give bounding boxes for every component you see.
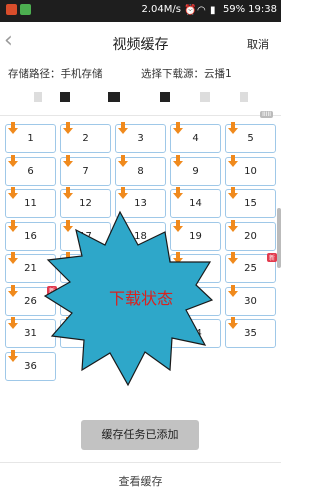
view-cache-button[interactable]: 查看缓存 [0, 473, 281, 489]
bottom-bar: 查看缓存 [0, 462, 281, 501]
task-added-button[interactable]: 缓存任务已添加 [81, 420, 199, 450]
download-status-label: 下载状态 [108, 289, 173, 308]
scrollbar[interactable] [277, 208, 281, 268]
